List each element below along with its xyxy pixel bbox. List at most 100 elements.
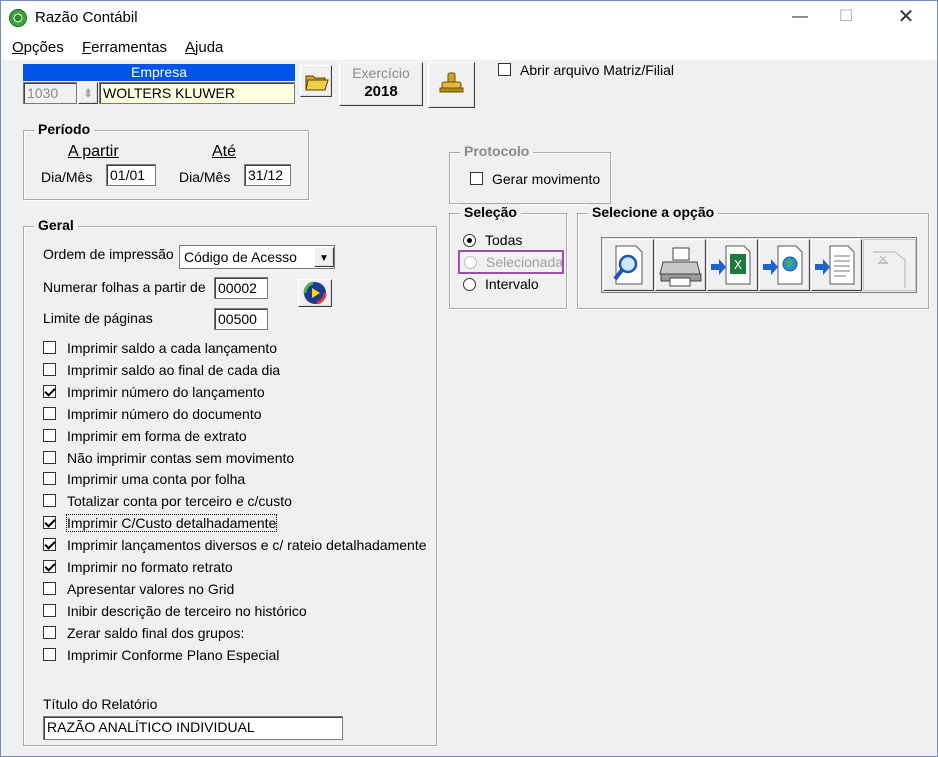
stamp-icon — [439, 72, 464, 93]
geral-option-checkbox[interactable]: Imprimir Conforme Plano Especial — [43, 647, 423, 665]
geral-option-box[interactable] — [43, 451, 56, 464]
minimize-button[interactable]: — — [777, 1, 823, 33]
geral-option-box[interactable] — [43, 385, 56, 398]
abrir-matriz-checkbox[interactable]: Abrir arquivo Matriz/Filial — [498, 62, 718, 80]
geral-option-checkbox[interactable]: Apresentar valores no Grid — [43, 581, 423, 599]
geral-option-box[interactable] — [43, 363, 56, 376]
gerar-movimento-checkbox[interactable]: Gerar movimento — [470, 171, 610, 189]
geral-option-checkbox[interactable]: Imprimir no formato retrato — [43, 559, 423, 577]
preview-button[interactable] — [603, 239, 654, 291]
geral-option-checkbox[interactable]: Imprimir número do lançamento — [43, 384, 423, 402]
selecione-opcao-title: Selecione a opção — [588, 204, 719, 220]
menu-opcoes[interactable]: Opções — [12, 39, 64, 56]
geral-option-box[interactable] — [43, 472, 56, 485]
geral-option-box[interactable] — [43, 429, 56, 442]
ordem-impressao-value: Código de Acesso — [184, 249, 297, 265]
main-content: Empresa 1030 ⇟ WOLTERS KLUWER Exercício … — [1, 60, 937, 756]
geral-option-checkbox[interactable]: Zerar saldo final dos grupos: — [43, 625, 423, 643]
geral-option-checkbox[interactable]: Totalizar conta por terceiro e c/custo — [43, 493, 423, 511]
menu-ferramentas[interactable]: Ferramentas — [82, 39, 167, 56]
selecao-title: Seleção — [460, 204, 521, 220]
radio-selecionada-dot[interactable] — [464, 256, 477, 269]
menu-ajuda[interactable]: Ajuda — [185, 39, 223, 56]
numerar-folhas-field[interactable]: 00002 — [214, 277, 268, 299]
limite-paginas-field[interactable]: 00500 — [214, 308, 268, 330]
geral-option-checkbox[interactable]: Imprimir saldo ao final de cada dia — [43, 362, 423, 380]
geral-option-checkbox[interactable]: Imprimir número do documento — [43, 406, 423, 424]
geral-title: Geral — [34, 217, 78, 233]
geral-option-checkbox[interactable]: Imprimir uma conta por folha — [43, 471, 423, 489]
window-title: Razão Contábil — [35, 9, 138, 26]
export-excel-button[interactable]: X — [707, 239, 758, 291]
geral-option-box[interactable] — [43, 341, 56, 354]
periodo-title: Período — [34, 121, 95, 137]
maximize-button[interactable]: ☐ — [823, 1, 869, 33]
geral-option-box[interactable] — [43, 560, 56, 573]
print-button[interactable] — [655, 239, 706, 291]
geral-option-checkbox[interactable]: Imprimir C/Custo detalhadamente — [43, 514, 423, 533]
export-html-button[interactable] — [759, 239, 810, 291]
gerar-movimento-box[interactable] — [470, 172, 483, 185]
close-button[interactable]: ✕ — [883, 1, 929, 33]
radio-intervalo-label: Intervalo — [485, 276, 539, 292]
play-icon — [303, 281, 327, 305]
geral-option-checkbox[interactable]: Imprimir saldo a cada lançamento — [43, 340, 423, 358]
periodo-to-field[interactable]: 31/12 — [244, 164, 291, 186]
empresa-lookup-button[interactable]: ⇟ — [78, 82, 98, 104]
ordem-impressao-dropdown[interactable]: ▼ — [314, 247, 334, 267]
geral-option-box[interactable] — [43, 494, 56, 507]
radio-selecionada-label: Selecionada — [486, 254, 564, 270]
geral-option-label: Imprimir lançamentos diversos e c/ ratei… — [67, 537, 427, 553]
geral-option-label: Zerar saldo final dos grupos: — [67, 625, 245, 641]
geral-option-box[interactable] — [43, 648, 56, 661]
exercicio-label: Exercício — [352, 65, 410, 81]
razao-contabil-window: Razão Contábil — ☐ ✕ Opções Ferramentas … — [0, 0, 938, 757]
geral-option-box[interactable] — [43, 582, 56, 595]
geral-option-label: Totalizar conta por terceiro e c/custo — [67, 493, 292, 509]
radio-selecionada[interactable]: Selecionada — [458, 250, 564, 274]
menu-bar: Opções Ferramentas Ajuda — [1, 34, 937, 60]
radio-intervalo[interactable]: Intervalo — [463, 276, 563, 294]
arrow-down-icon: ⇟ — [82, 86, 94, 100]
geral-option-box[interactable] — [43, 604, 56, 617]
geral-option-checkbox[interactable]: Imprimir em forma de extrato — [43, 428, 423, 446]
limite-paginas-label: Limite de páginas — [43, 310, 153, 326]
geral-option-checkbox[interactable]: Inibir descrição de terceiro no históric… — [43, 603, 423, 621]
export-excel-icon: X — [711, 245, 751, 285]
empresa-name-field[interactable]: WOLTERS KLUWER — [99, 82, 295, 104]
export-html-icon — [763, 245, 803, 285]
geral-option-checkbox[interactable]: Imprimir lançamentos diversos e c/ ratei… — [43, 537, 427, 555]
geral-option-box[interactable] — [43, 516, 56, 529]
geral-option-label: Imprimir saldo ao final de cada dia — [67, 362, 281, 378]
titulo-relatorio-field[interactable]: RAZÃO ANALÍTICO INDIVIDUAL — [43, 716, 343, 740]
open-folder-icon — [305, 75, 329, 91]
play-button[interactable] — [298, 279, 332, 307]
empresa-code-field[interactable]: 1030 — [23, 82, 77, 104]
gerar-movimento-label: Gerar movimento — [492, 171, 601, 187]
periodo-from-field[interactable]: 01/01 — [106, 164, 156, 186]
abrir-matriz-label: Abrir arquivo Matriz/Filial — [520, 62, 675, 78]
periodo-group: Período A partir Até Dia/Mês 01/01 Dia/M… — [23, 121, 309, 200]
open-folder-button[interactable] — [300, 65, 332, 97]
disabled-export-button[interactable] — [863, 239, 916, 291]
selecao-group: Seleção Todas Selecionada Intervalo — [449, 204, 567, 309]
geral-option-checkbox[interactable]: Não imprimir contas sem movimento — [43, 450, 423, 468]
radio-intervalo-dot[interactable] — [463, 278, 476, 291]
geral-option-label: Imprimir C/Custo detalhadamente — [65, 514, 278, 532]
exercicio-box: Exercício 2018 — [339, 62, 423, 106]
abrir-matriz-box[interactable] — [498, 63, 511, 76]
printer-icon — [659, 247, 702, 287]
geral-option-label: Imprimir no formato retrato — [67, 559, 233, 575]
geral-option-box[interactable] — [43, 538, 56, 551]
geral-option-label: Imprimir em forma de extrato — [67, 428, 247, 444]
geral-option-box[interactable] — [43, 626, 56, 639]
radio-todas[interactable]: Todas — [463, 232, 563, 250]
export-text-button[interactable] — [811, 239, 862, 291]
title-bar: Razão Contábil — ☐ ✕ — [1, 1, 937, 34]
stamp-button[interactable] — [428, 62, 475, 108]
geral-option-box[interactable] — [43, 407, 56, 420]
geral-option-label: Imprimir Conforme Plano Especial — [67, 647, 280, 663]
radio-todas-dot[interactable] — [463, 234, 476, 247]
ordem-impressao-select[interactable]: Código de Acesso ▼ — [179, 245, 335, 269]
geral-option-label: Imprimir saldo a cada lançamento — [67, 340, 278, 356]
